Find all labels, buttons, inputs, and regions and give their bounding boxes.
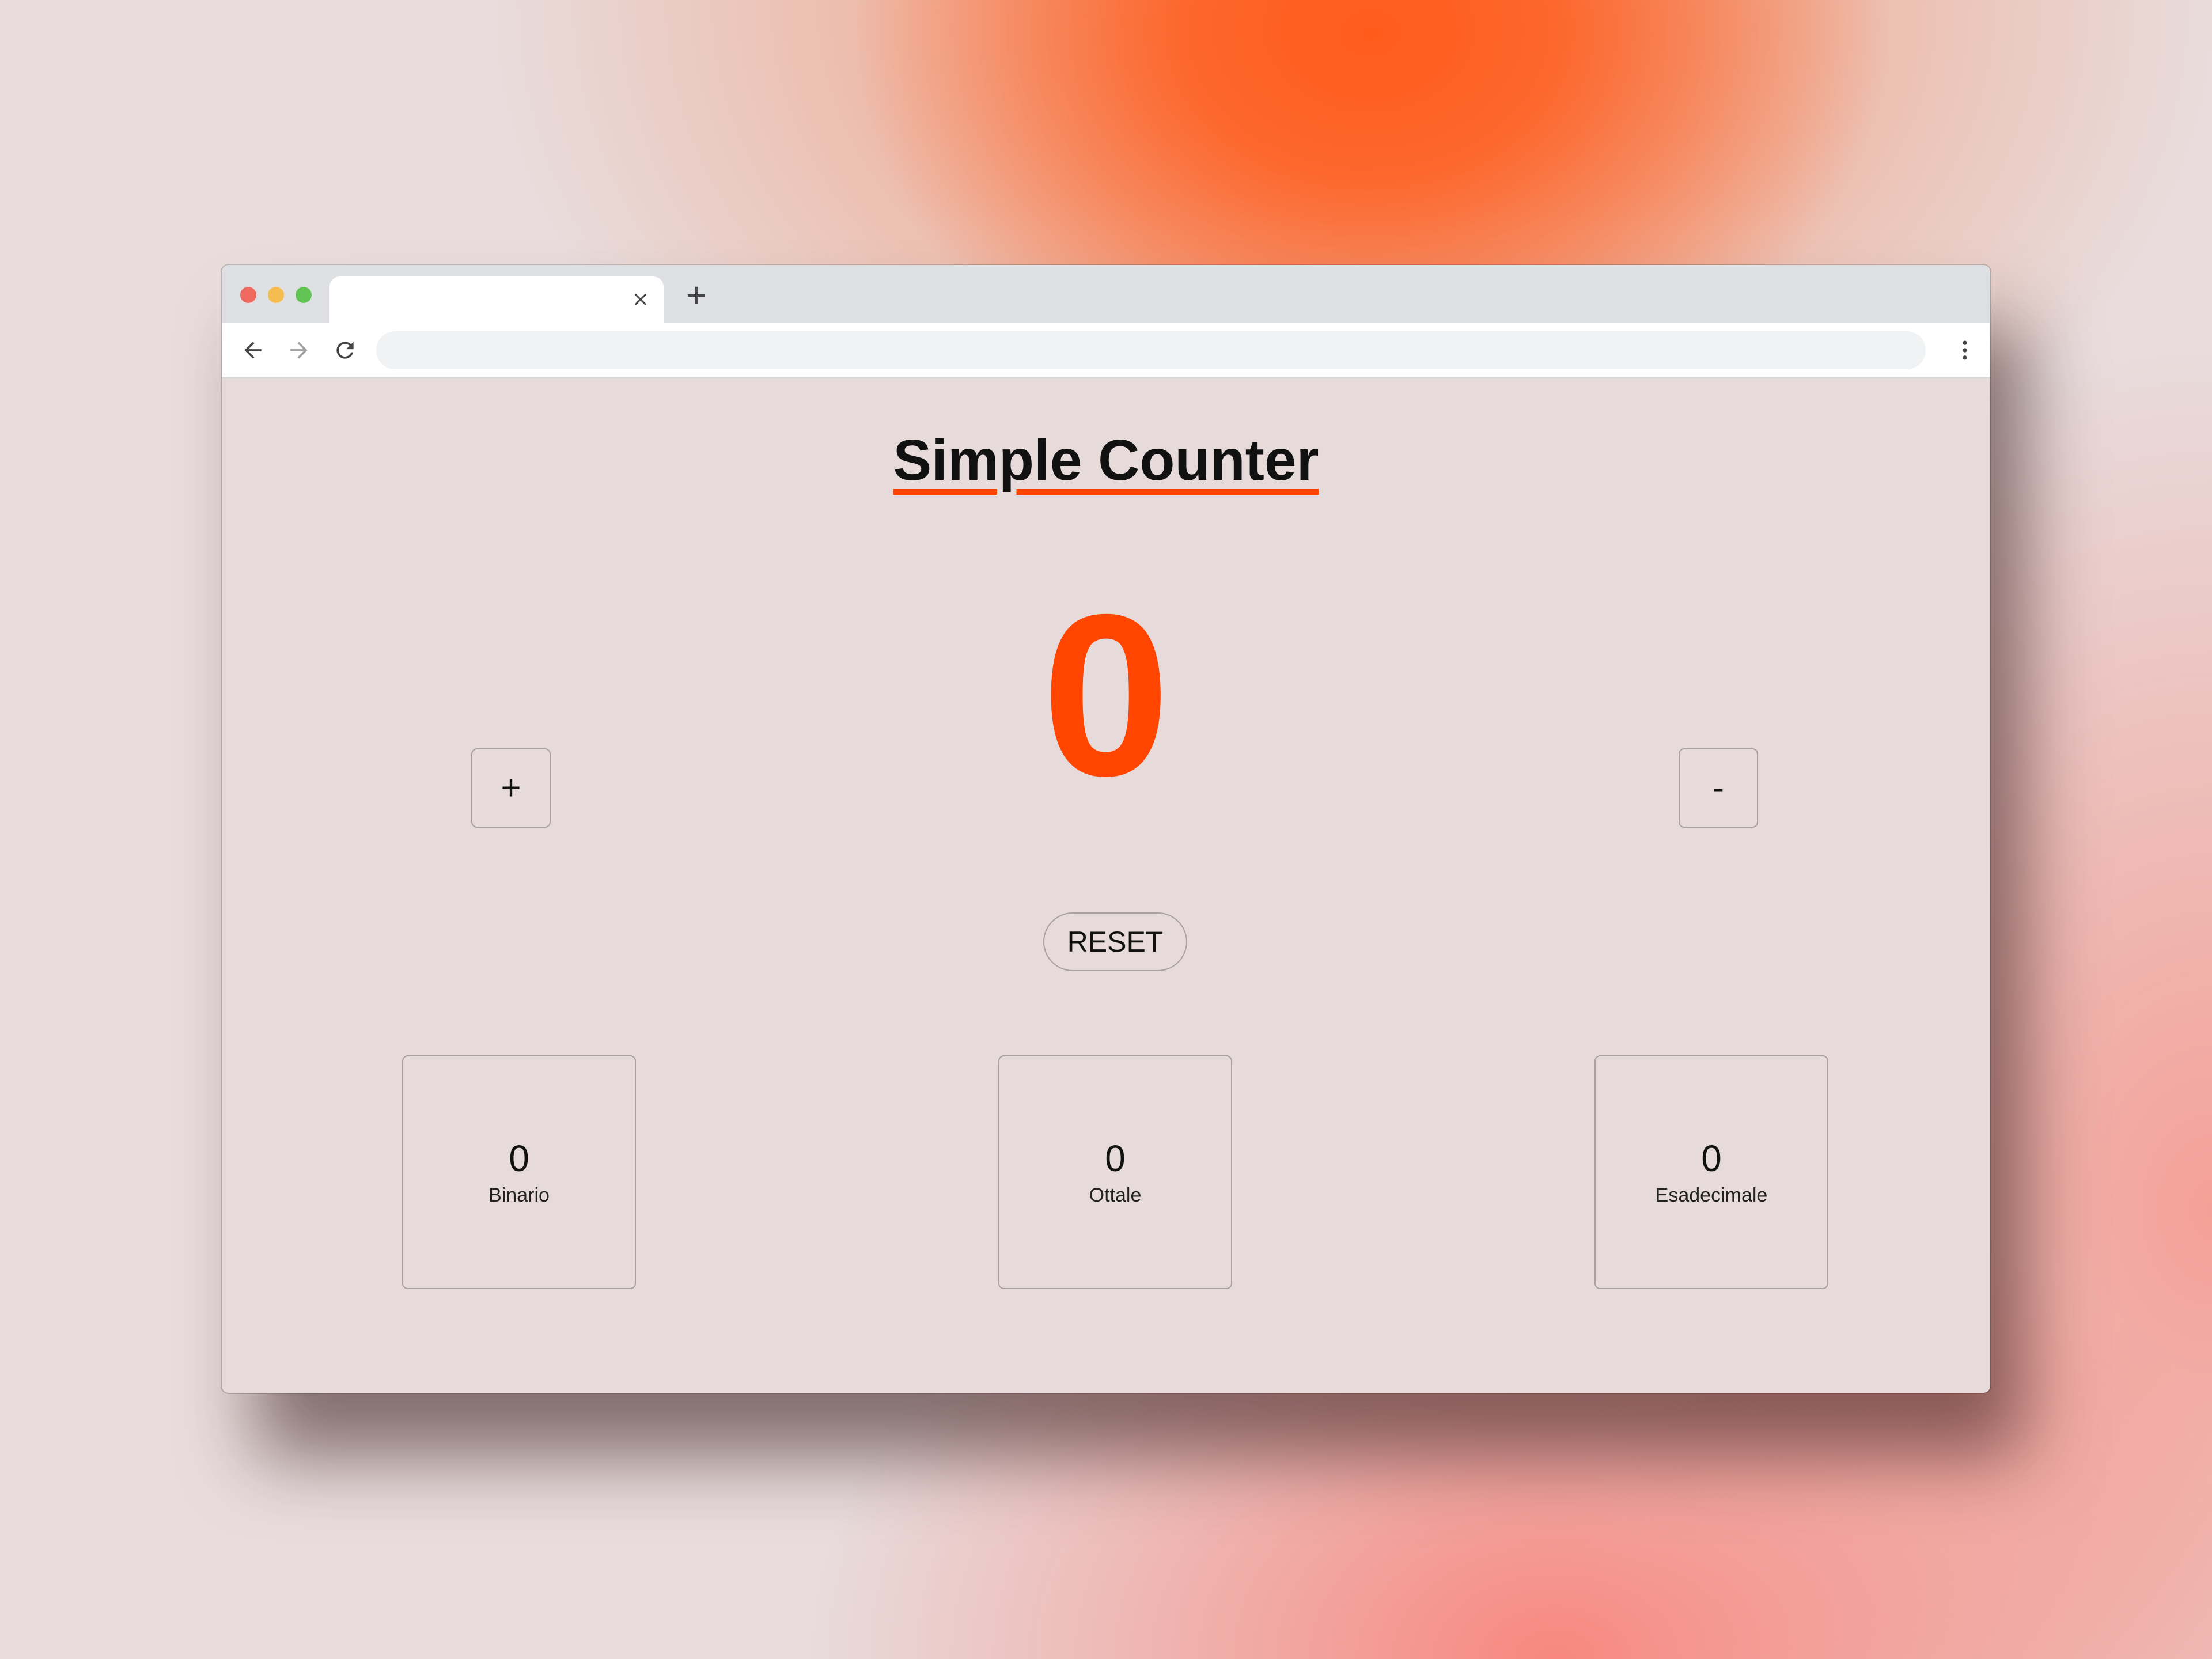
minimize-window-button[interactable] — [268, 287, 284, 303]
binary-card: 0 Binario — [402, 1055, 636, 1289]
page-title-text: Simple Counter — [893, 428, 1319, 493]
decrement-button[interactable]: - — [1679, 748, 1758, 828]
close-window-button[interactable] — [240, 287, 256, 303]
increment-button[interactable]: + — [471, 748, 551, 828]
binary-label: Binario — [488, 1184, 550, 1206]
close-icon[interactable]: × — [630, 289, 651, 310]
browser-toolbar — [222, 323, 1990, 378]
back-arrow-icon[interactable] — [238, 335, 268, 365]
page-title: Simple Counter — [222, 431, 1990, 489]
forward-arrow-icon[interactable] — [284, 335, 314, 365]
hex-value: 0 — [1701, 1138, 1722, 1179]
binary-value: 0 — [509, 1138, 529, 1179]
page-content: Simple Counter 0 + - RESET 0 Binario 0 O… — [222, 378, 1990, 1393]
hex-label: Esadecimale — [1655, 1184, 1768, 1206]
browser-window: × + Simple Counter 0 + - RESET 0 Binario — [222, 265, 1990, 1393]
plus-icon[interactable]: + — [683, 281, 710, 309]
octal-card: 0 Ottale — [998, 1055, 1232, 1289]
reload-icon[interactable] — [330, 335, 360, 365]
reset-button[interactable]: RESET — [1043, 912, 1187, 971]
hex-card: 0 Esadecimale — [1594, 1055, 1828, 1289]
octal-label: Ottale — [1089, 1184, 1142, 1206]
maximize-window-button[interactable] — [296, 287, 312, 303]
browser-tab[interactable]: × — [329, 276, 664, 323]
tab-bar: × + — [222, 265, 1990, 323]
address-bar[interactable] — [376, 331, 1926, 369]
more-vert-icon[interactable] — [1950, 335, 1980, 365]
octal-value: 0 — [1105, 1138, 1126, 1179]
